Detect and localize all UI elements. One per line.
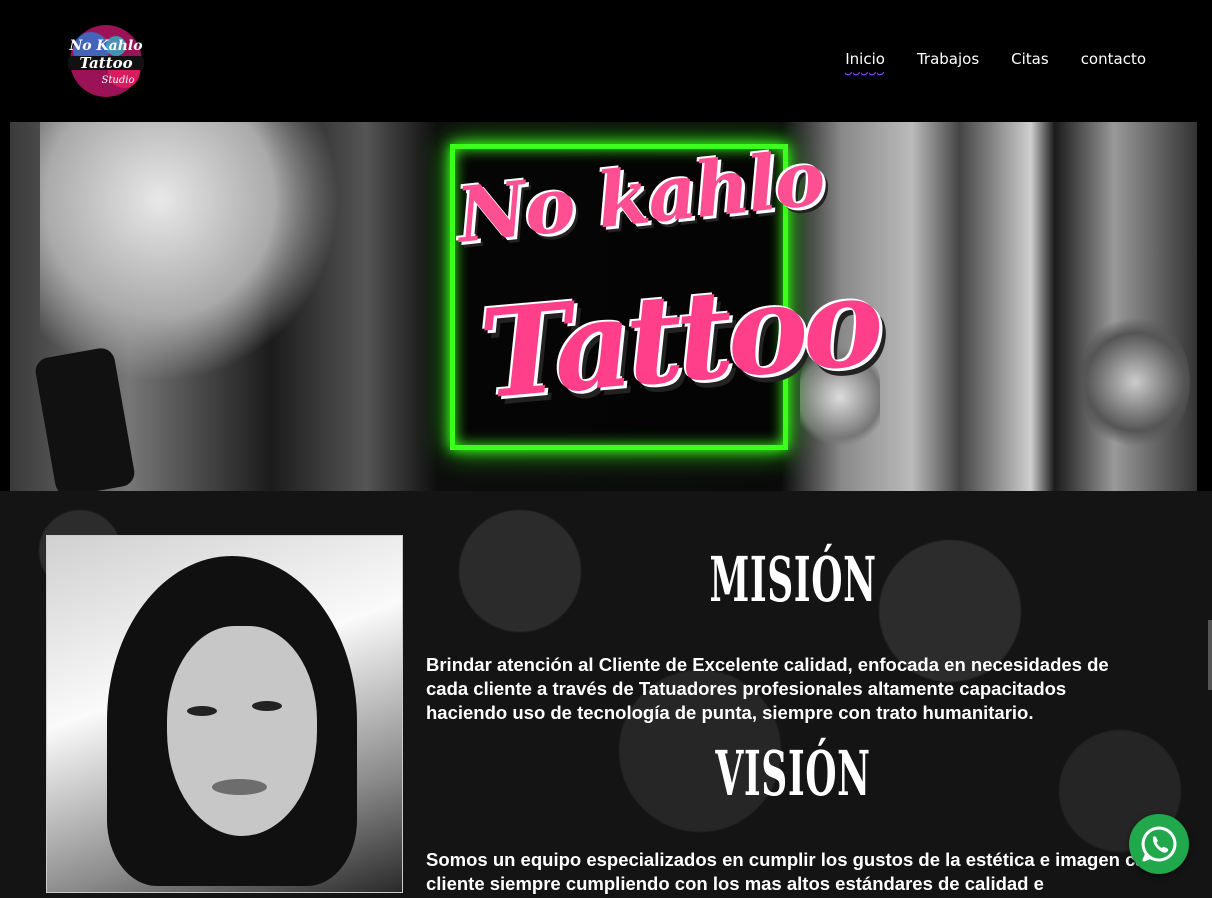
vision-heading: VISIÓN <box>715 737 871 810</box>
hero-banner: No kahlo Tattoo <box>10 122 1197 491</box>
nav-citas[interactable]: Citas <box>1011 50 1049 68</box>
page-scrollbar[interactable] <box>1208 620 1212 690</box>
svg-text:Studio: Studio <box>102 75 135 86</box>
nav-contacto[interactable]: contacto <box>1081 50 1146 68</box>
mision-text: Brindar atención al Cliente de Excelente… <box>426 654 1109 723</box>
site-header: No Kahlo Tattoo Studio Inicio Trabajos C… <box>0 0 1212 122</box>
studio-logo[interactable]: No Kahlo Tattoo Studio <box>56 20 156 102</box>
main-nav: Inicio Trabajos Citas contacto <box>845 50 1146 78</box>
lion-tattoo-image <box>1080 312 1190 452</box>
about-section: MISIÓN Brindar atención al Cliente de Ex… <box>0 491 1212 898</box>
nav-inicio[interactable]: Inicio <box>845 50 885 78</box>
svg-text:No Kahlo: No Kahlo <box>68 38 142 54</box>
mision-heading: MISIÓN <box>709 543 877 616</box>
nav-trabajos[interactable]: Trabajos <box>917 50 979 68</box>
vision-text: Somos un equipo especializados en cumpli… <box>426 849 1168 894</box>
hero-title-line2: Tattoo <box>474 248 884 427</box>
whatsapp-icon <box>1141 826 1177 862</box>
artist-photo <box>46 535 403 893</box>
whatsapp-button[interactable] <box>1129 814 1189 874</box>
svg-text:Tattoo: Tattoo <box>79 54 132 72</box>
hero-gloved-hands-image <box>40 122 340 382</box>
